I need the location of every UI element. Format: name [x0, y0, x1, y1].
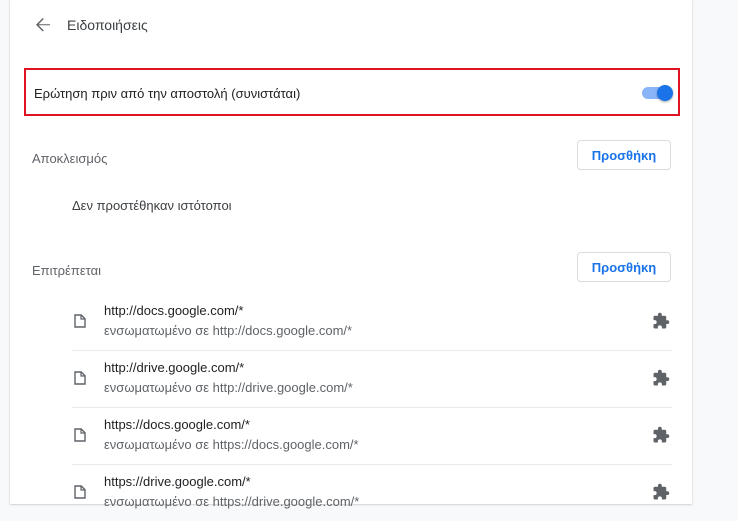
- site-url: http://drive.google.com/*: [104, 360, 245, 375]
- allowed-section-title: Επιτρέπεται: [32, 263, 101, 278]
- site-row[interactable]: https://drive.google.com/* ενσωματωμένο …: [72, 464, 672, 521]
- ask-before-sending-label: Ερώτηση πριν από την αποστολή (συνιστάτα…: [34, 86, 301, 101]
- settings-card: Ειδοποιήσεις Ερώτηση πριν από την αποστο…: [10, 0, 692, 509]
- file-icon: [74, 428, 86, 442]
- extension-icon[interactable]: [652, 312, 670, 330]
- file-icon: [74, 485, 86, 499]
- file-icon: [74, 314, 86, 328]
- ask-before-sending-toggle[interactable]: [642, 85, 673, 101]
- toggle-knob: [657, 85, 673, 101]
- blocked-add-button[interactable]: Προσθήκη: [577, 140, 671, 170]
- site-url: http://docs.google.com/*: [104, 303, 244, 318]
- site-embedded: ενσωματωμένο σε https://drive.google.com…: [104, 494, 360, 509]
- arrow-back-icon: [36, 18, 50, 32]
- extension-icon[interactable]: [652, 369, 670, 387]
- site-url: https://docs.google.com/*: [104, 417, 250, 432]
- site-row[interactable]: http://drive.google.com/* ενσωματωμένο σ…: [72, 350, 672, 407]
- allowed-add-button[interactable]: Προσθήκη: [577, 252, 671, 282]
- site-url: https://drive.google.com/*: [104, 474, 251, 489]
- extension-icon[interactable]: [652, 426, 670, 444]
- site-row[interactable]: http://docs.google.com/* ενσωματωμένο σε…: [72, 294, 672, 350]
- extension-icon[interactable]: [652, 483, 670, 501]
- site-row[interactable]: https://docs.google.com/* ενσωματωμένο σ…: [72, 407, 672, 464]
- page-title: Ειδοποιήσεις: [67, 17, 148, 33]
- site-embedded: ενσωματωμένο σε http://drive.google.com/…: [104, 380, 353, 395]
- back-button[interactable]: [30, 12, 56, 38]
- blocked-section-title: Αποκλεισμός: [32, 151, 108, 166]
- allowed-site-list: http://docs.google.com/* ενσωματωμένο σε…: [72, 294, 672, 521]
- site-embedded: ενσωματωμένο σε https://docs.google.com/…: [104, 437, 359, 452]
- blocked-empty-text: Δεν προστέθηκαν ιστότοποι: [72, 198, 232, 213]
- file-icon: [74, 371, 86, 385]
- site-embedded: ενσωματωμένο σε http://docs.google.com/*: [104, 323, 353, 338]
